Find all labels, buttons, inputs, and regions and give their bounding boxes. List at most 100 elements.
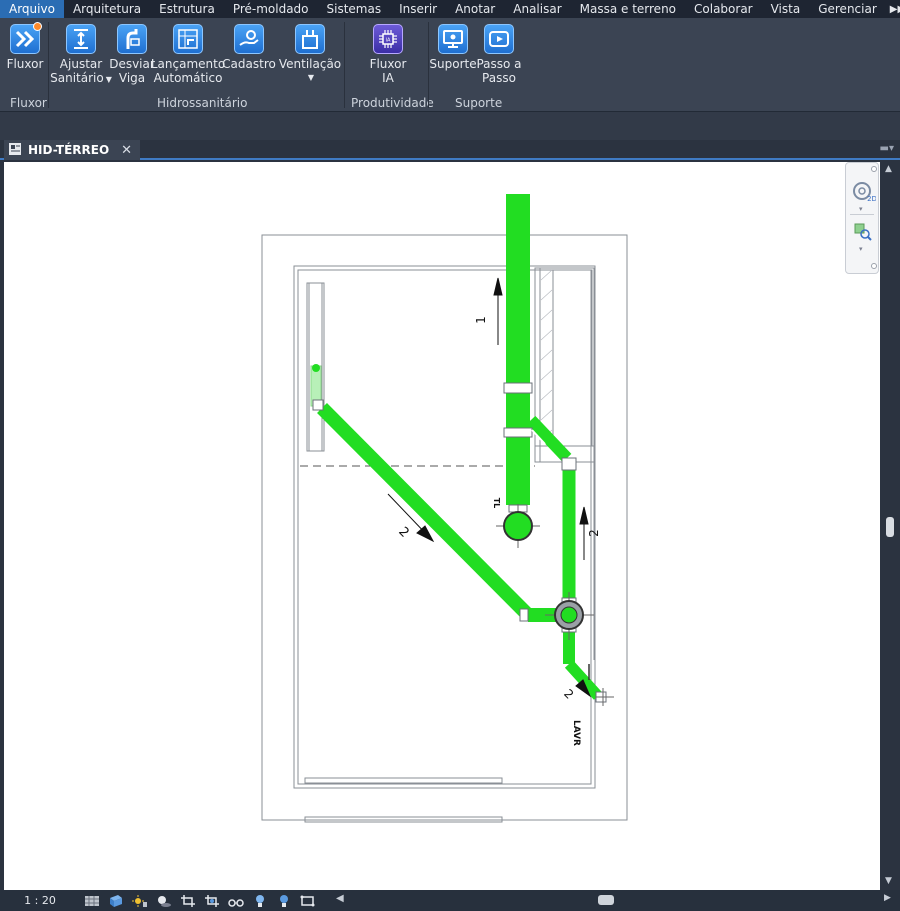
fitting-band[interactable] — [503, 427, 533, 438]
panel-separator — [344, 22, 345, 108]
detail-level-icon[interactable] — [83, 894, 101, 908]
navbar-options-icon[interactable] — [871, 263, 877, 269]
tab-menu-icon[interactable]: ▬▾ — [880, 143, 894, 154]
analytical-model-icon[interactable] — [299, 894, 317, 908]
dropdown-caret-icon[interactable]: ▾ — [859, 245, 863, 253]
flow-arrows — [387, 277, 592, 698]
view-scale[interactable]: 1 : 20 — [0, 894, 80, 907]
panel-title-suporte: Suporte — [455, 96, 503, 110]
adjust-vertical-icon — [66, 24, 96, 54]
menu-sistemas[interactable]: Sistemas — [318, 0, 391, 18]
fitting-elbow[interactable] — [561, 457, 577, 471]
close-tab-icon[interactable]: ✕ — [121, 143, 132, 158]
menu-anotar[interactable]: Anotar — [446, 0, 504, 18]
menu-inserir[interactable]: Inserir — [390, 0, 446, 18]
flow-arrowhead — [416, 525, 435, 543]
ribbon: Fluxor Fluxor Ajustar Sanitário ▼ Desviar… — [0, 18, 900, 112]
menu-massa-e-terreno[interactable]: Massa e terreno — [571, 0, 685, 18]
scroll-up-icon[interactable]: ▲ — [885, 164, 892, 174]
fluxor-button-label: Fluxor — [6, 57, 44, 71]
fitting-band[interactable] — [503, 382, 533, 394]
temporary-hide-icon[interactable] — [227, 894, 245, 908]
drawing-canvas[interactable]: 1 2 2 2 LAVR TL — [4, 162, 880, 890]
steering-wheel-2d-icon[interactable]: 2D — [852, 181, 877, 207]
fluxor-ia-label-line2: IA — [382, 71, 394, 85]
ajustar-sanitario-button[interactable]: Ajustar Sanitário ▼ — [50, 24, 112, 87]
menu-arquitetura[interactable]: Arquitetura — [64, 0, 150, 18]
fluxor-button[interactable]: Fluxor — [6, 22, 44, 71]
dropdown-caret-icon[interactable]: ▼ — [308, 71, 314, 85]
visual-style-icon[interactable] — [107, 894, 125, 908]
shaft-hatch — [540, 269, 553, 441]
pipe-bypass-icon — [117, 24, 147, 54]
ventilacao-label: Ventilação — [278, 57, 342, 71]
menu-vista[interactable]: Vista — [762, 0, 810, 18]
fast-forward-icon[interactable]: ▶▶ — [890, 4, 900, 15]
menu-arquivo[interactable]: Arquivo — [0, 0, 64, 18]
passo-a-passo-button[interactable]: Passo a Passo — [476, 24, 522, 85]
fitting-elbow[interactable] — [312, 399, 324, 411]
desviar-viga-button[interactable]: Desviar Viga — [109, 24, 155, 85]
panel-title-fluxor: Fluxor — [10, 96, 47, 110]
shadows-icon[interactable] — [155, 894, 173, 908]
desviar-label-line2: Viga — [118, 71, 146, 85]
dropdown-caret-icon[interactable]: ▾ — [859, 205, 863, 213]
menu-colaborar[interactable]: Colaborar — [685, 0, 762, 18]
fixture-label: LAVR — [571, 720, 581, 746]
scroll-down-icon[interactable]: ▼ — [885, 876, 892, 886]
cadastro-label: Cadastro — [222, 57, 276, 71]
step-line — [304, 777, 503, 784]
shaft-inner — [552, 269, 593, 447]
pipe-label-2-diagonal: 2 — [395, 524, 411, 540]
sun-path-icon[interactable] — [131, 894, 149, 908]
pipe-riser-point[interactable] — [312, 364, 320, 372]
ventilacao-button[interactable]: Ventilação ▼ — [278, 24, 342, 85]
passo-label-line2: Passo — [482, 71, 516, 85]
suporte-label: Suporte — [429, 57, 477, 71]
svg-text:2D: 2D — [867, 195, 876, 203]
ajustar-label-text: Sanitário — [50, 71, 104, 85]
close-navbar-icon[interactable] — [871, 166, 877, 172]
play-video-icon — [484, 24, 514, 54]
lancamento-label-line2: Automático — [153, 71, 223, 85]
menu-analisar[interactable]: Analisar — [504, 0, 570, 18]
show-crop-region-icon[interactable] — [203, 894, 221, 908]
panel-title-hidrossanitario: Hidrossanitário — [157, 96, 248, 110]
pipe-label-2-sink: 2 — [561, 687, 576, 702]
scroll-left-icon[interactable]: ◀ — [336, 893, 344, 904]
lancamento-automatico-button[interactable]: Lançamento Automático — [151, 24, 225, 85]
fitting-elbow[interactable] — [519, 608, 529, 622]
menu-bar: Arquivo Arquitetura Estrutura Pré-moldad… — [0, 0, 900, 18]
document-tab[interactable]: HID-TÉRREO ✕ — [4, 140, 141, 160]
lancamento-label-line1: Lançamento — [150, 57, 226, 71]
flow-arrowhead — [493, 277, 503, 296]
flow-arrowhead — [579, 506, 589, 525]
menu-pre-moldado[interactable]: Pré-moldado — [224, 0, 318, 18]
horizontal-scroll-thumb[interactable] — [598, 895, 614, 905]
worksharing-display-icon[interactable] — [275, 894, 293, 908]
status-bar: 1 : 20 ◀ ▶ — [0, 890, 900, 911]
vertical-scroll-thumb[interactable] — [886, 517, 894, 537]
vertical-scrollbar[interactable]: ▲ ▼ — [880, 162, 900, 890]
zoom-window-icon[interactable] — [854, 223, 872, 245]
menu-estrutura[interactable]: Estrutura — [150, 0, 224, 18]
dropdown-caret-icon[interactable]: ▼ — [106, 75, 112, 84]
scroll-right-icon[interactable]: ▶ — [884, 893, 891, 903]
panel-separator — [48, 22, 49, 108]
crop-view-icon[interactable] — [179, 894, 197, 908]
ribbon-substrip — [0, 112, 900, 140]
reveal-hidden-icon[interactable] — [251, 894, 269, 908]
cadastro-button[interactable]: Cadastro — [222, 24, 276, 71]
menu-gerenciar[interactable]: Gerenciar — [809, 0, 886, 18]
suporte-button[interactable]: Suporte — [429, 24, 477, 71]
app-window: Arquivo Arquitetura Estrutura Pré-moldad… — [0, 0, 900, 911]
floor-drain[interactable] — [496, 504, 540, 548]
drain-label: TL — [492, 498, 501, 509]
pipe-diagonal-long[interactable] — [317, 403, 532, 619]
navigation-bar: 2D ▾ ▾ — [845, 162, 879, 274]
pipe-branch[interactable] — [526, 415, 572, 463]
pipe-label-2-vertical: 2 — [587, 529, 601, 537]
fluxor-ia-button[interactable]: IA Fluxor IA — [366, 24, 410, 85]
drawing-sheet-icon — [8, 142, 22, 159]
menu-overflow[interactable]: ▶▶ ▾ — [886, 0, 900, 18]
